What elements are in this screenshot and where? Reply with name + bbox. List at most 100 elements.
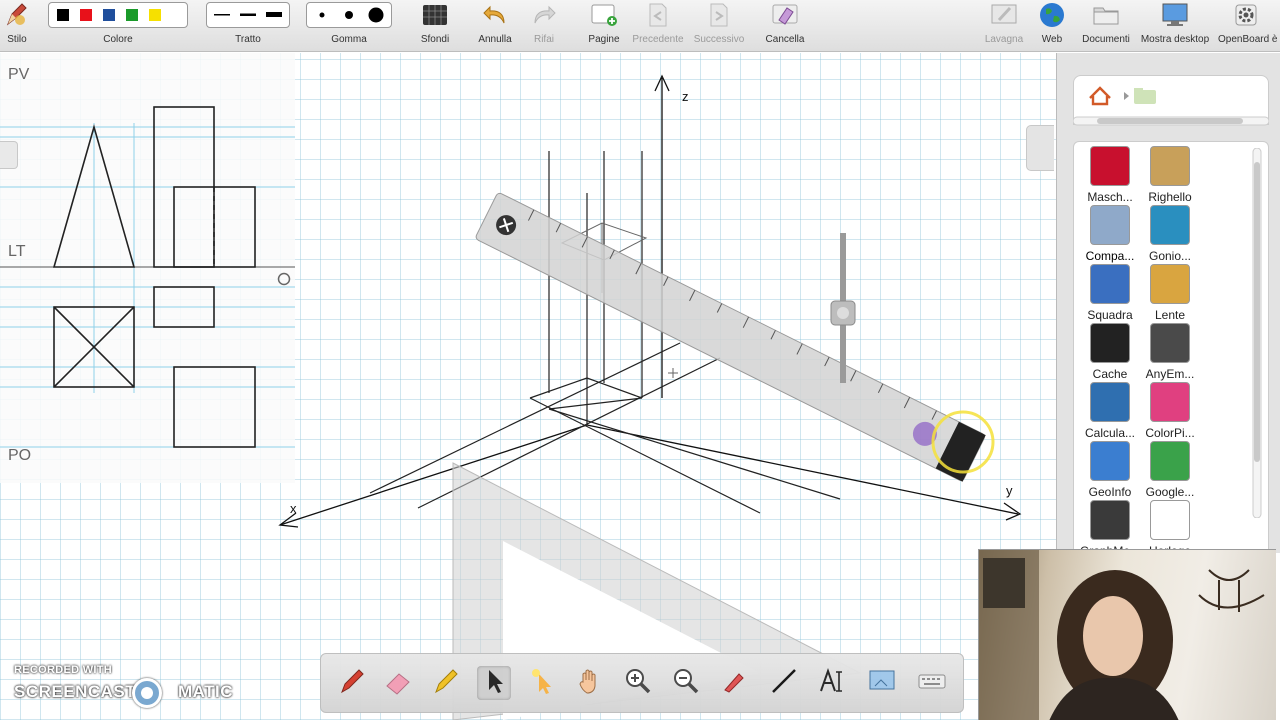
laser-tool[interactable] (525, 666, 559, 700)
color-red-swatch[interactable] (76, 6, 95, 25)
zoom-in-tool[interactable] (621, 666, 655, 700)
library-item[interactable]: Masch... (1078, 144, 1142, 204)
library-item-label: ColorPi... (1145, 426, 1195, 440)
next-page-icon[interactable] (705, 2, 733, 28)
library-item[interactable]: Righello (1138, 144, 1202, 204)
backgrounds-label: Sfondi (420, 34, 450, 45)
text-tool[interactable] (815, 666, 849, 700)
library-item[interactable]: GraphMe... (1078, 498, 1142, 552)
desktop-icon[interactable] (1161, 2, 1189, 28)
stroke-thick-button[interactable] (263, 5, 285, 25)
pages-label: Pagine (588, 34, 620, 45)
eraser-large-button[interactable] (364, 5, 387, 25)
library-item[interactable]: Squadra (1078, 262, 1142, 322)
previous-label: Precedente (632, 34, 684, 45)
openboard-group[interactable]: OpenBoard è (1216, 0, 1280, 52)
undo-group[interactable]: Annulla (474, 0, 516, 52)
pen-tool[interactable] (335, 666, 369, 700)
documents-group[interactable]: Documenti (1078, 0, 1134, 52)
stylus-icon[interactable] (3, 2, 31, 28)
laser-pointer-icon (527, 666, 557, 701)
eraser-icon (383, 666, 413, 701)
board-icon[interactable] (990, 2, 1018, 28)
pages-group[interactable]: Pagine (584, 0, 624, 52)
library-item-label: Righello (1148, 190, 1192, 204)
library-item[interactable]: AnyEm... (1138, 321, 1202, 381)
selector-tool[interactable] (477, 666, 511, 700)
library-item[interactable]: Calcula... (1078, 380, 1142, 440)
highlighter-tool[interactable] (429, 666, 463, 700)
clear-group[interactable]: Cancella (762, 0, 808, 52)
color-blue-swatch[interactable] (99, 6, 118, 25)
color-black-swatch[interactable] (53, 6, 72, 25)
web-group[interactable]: Web (1034, 0, 1070, 52)
compass-icon (1090, 205, 1130, 245)
origin-label: O (278, 269, 279, 270)
board-group[interactable]: Lavagna (982, 0, 1026, 52)
stroke-medium-button[interactable] (237, 5, 259, 25)
library-item[interactable]: Compa... (1078, 203, 1142, 263)
eraser-small-button[interactable] (311, 5, 334, 25)
ruler-tool[interactable] (475, 192, 986, 482)
library-item[interactable]: Lente (1138, 262, 1202, 322)
previous-page-icon[interactable] (644, 2, 672, 28)
drawing-layer (0, 53, 1022, 720)
lt-label: LT (8, 243, 26, 260)
library-item[interactable]: ColorPi... (1138, 380, 1202, 440)
library-items-grid: Masch... Righello Compa... Gonio... Squadra L… (1073, 141, 1269, 553)
capture-tool[interactable] (865, 666, 899, 700)
add-page-icon[interactable] (590, 2, 618, 28)
left-panel-toggle[interactable] (0, 141, 18, 169)
embed-icon (1150, 323, 1190, 363)
capture-icon (867, 666, 897, 701)
next-group[interactable]: Successivo (690, 0, 748, 52)
grid-background-icon[interactable] (421, 2, 449, 28)
stroke-label: Tratto (235, 34, 261, 45)
library-horizontal-scrollbar[interactable] (1073, 115, 1269, 127)
show-desktop-label: Mostra desktop (1140, 34, 1210, 45)
library-item[interactable]: GeoInfo (1078, 439, 1142, 499)
board-canvas[interactable]: PV LT PO O z x y (0, 53, 1056, 720)
keyboard-tool[interactable] (915, 666, 949, 700)
color-green-swatch[interactable] (122, 6, 141, 25)
library-panel-toggle[interactable] (1026, 125, 1054, 171)
undo-icon[interactable] (481, 2, 509, 28)
po-label: PO (8, 447, 32, 464)
library-item[interactable]: Horloge (1138, 498, 1202, 552)
home-icon[interactable] (1089, 86, 1111, 106)
stylus-group[interactable]: Stilo (0, 0, 34, 52)
screencast-logo-icon (132, 678, 162, 708)
library-item[interactable]: Google... (1138, 439, 1202, 499)
board-label: Lavagna (984, 34, 1024, 45)
clear-page-icon[interactable] (771, 2, 799, 28)
hand-tool[interactable] (573, 666, 607, 700)
folder-icon[interactable] (1092, 2, 1120, 28)
eraser-label: Gomma (331, 34, 367, 45)
color-group: Colore (48, 0, 188, 52)
backgrounds-group[interactable]: Sfondi (414, 0, 456, 52)
stroke-thin-button[interactable] (211, 5, 233, 25)
previous-group[interactable]: Precedente (630, 0, 686, 52)
zoom-out-icon (671, 666, 701, 701)
gear-icon[interactable] (1232, 2, 1260, 28)
zoom-out-tool[interactable] (669, 666, 703, 700)
redo-group[interactable]: Rifai (524, 0, 564, 52)
folder-icon[interactable] (1134, 88, 1156, 104)
eraser-medium-button[interactable] (338, 5, 361, 25)
pv-label: PV (8, 66, 30, 83)
documents-label: Documenti (1082, 34, 1130, 45)
swatch-fill (102, 9, 115, 21)
pointer-pen-tool[interactable] (717, 666, 751, 700)
line-tool[interactable] (767, 666, 801, 700)
library-item[interactable]: Cache (1078, 321, 1142, 381)
show-desktop-group[interactable]: Mostra desktop (1136, 0, 1214, 52)
eraser-tool[interactable] (381, 666, 415, 700)
color-yellow-swatch[interactable] (145, 6, 164, 25)
library-item-label: Compa... (1085, 249, 1135, 263)
redo-label: Rifai (533, 34, 554, 45)
breadcrumb-separator-icon (1124, 92, 1129, 100)
library-vertical-scrollbar[interactable] (1252, 148, 1262, 518)
library-item[interactable]: Gonio... (1138, 203, 1202, 263)
globe-icon[interactable] (1038, 2, 1066, 28)
redo-icon[interactable] (530, 2, 558, 28)
